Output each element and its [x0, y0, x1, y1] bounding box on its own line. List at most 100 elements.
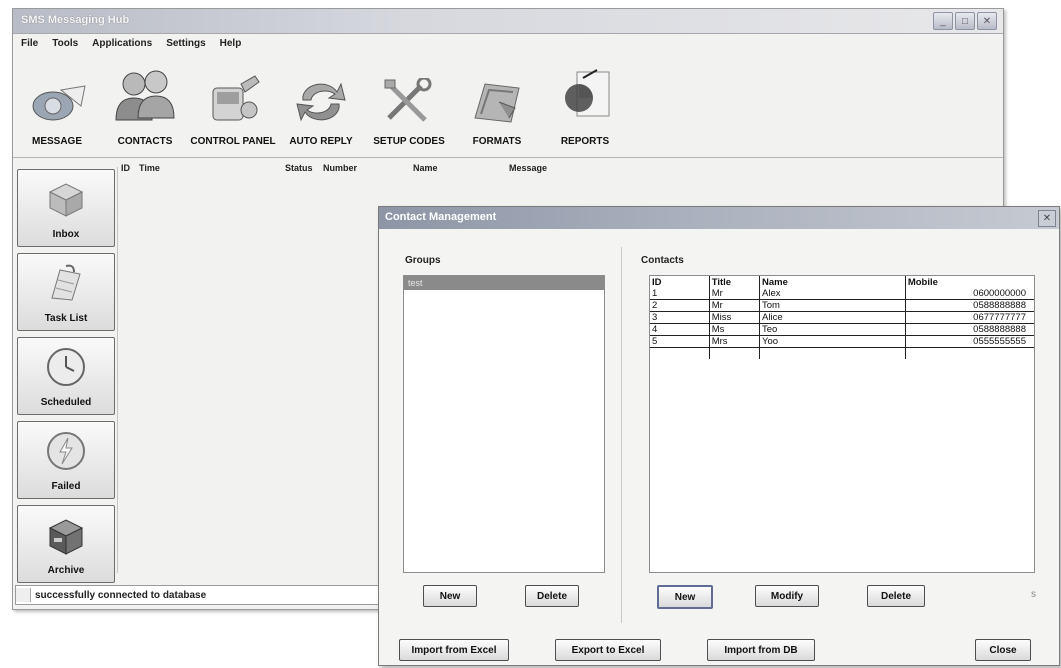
toolbar-control-panel-label: CONTROL PANEL [190, 136, 276, 147]
inbox-icon [48, 183, 84, 217]
auto-reply-icon [296, 82, 346, 122]
cell-mobile: 0588888888 [905, 299, 1034, 312]
col-id[interactable]: ID [121, 163, 130, 173]
contacts-table[interactable]: ID Title Name Mobile 1 Mr Alex 060000000… [649, 275, 1035, 573]
header-mobile[interactable]: Mobile [905, 276, 1034, 288]
modify-contact-button[interactable]: Modify [755, 585, 819, 607]
clock-icon [47, 348, 85, 386]
menu-help[interactable]: Help [220, 38, 242, 49]
cell-title: Mrs [709, 335, 761, 348]
cell-title: Ms [709, 323, 761, 336]
sidebar-item-archive[interactable]: Archive [17, 505, 115, 583]
status-indicator [16, 588, 31, 602]
col-time[interactable]: Time [139, 163, 160, 173]
toolbar-formats-label: FORMATS [472, 136, 522, 147]
import-from-db-button[interactable]: Import from DB [707, 639, 815, 661]
cell-id: 2 [650, 299, 710, 312]
reports-icon [565, 69, 610, 117]
cell-mobile: 0677777777 [905, 311, 1034, 324]
toolbar-auto-reply-button[interactable]: AUTO REPLY [277, 53, 365, 157]
header-name[interactable]: Name [759, 276, 906, 288]
export-to-excel-button[interactable]: Export to Excel [555, 639, 661, 661]
sidebar-item-task-list[interactable]: Task List [17, 253, 115, 331]
cell-title: Miss [709, 311, 761, 324]
contacts-label: Contacts [641, 255, 684, 266]
toolbar-reports-button[interactable]: REPORTS [541, 53, 629, 157]
dialog-close-icon[interactable]: ✕ [1038, 210, 1056, 227]
col-status[interactable]: Status [285, 163, 313, 173]
new-group-button[interactable]: New [423, 585, 477, 607]
col-name[interactable]: Name [413, 163, 438, 173]
delete-group-button[interactable]: Delete [525, 585, 579, 607]
close-dialog-button[interactable]: Close [975, 639, 1031, 661]
toolbar-auto-reply-label: AUTO REPLY [289, 136, 353, 147]
dialog-title-bar[interactable]: Contact Management ✕ [379, 207, 1059, 229]
cell-name: Alex [759, 288, 906, 300]
cell-id: 5 [650, 335, 710, 348]
sidebar-label-inbox: Inbox [52, 229, 80, 240]
panel-divider [621, 247, 622, 623]
toolbar-message-button[interactable]: MESSAGE [13, 53, 101, 157]
groups-list[interactable]: test [403, 275, 605, 573]
col-number[interactable]: Number [323, 163, 357, 173]
table-row[interactable]: 1 Mr Alex 0600000000 [650, 288, 1034, 300]
menu-settings[interactable]: Settings [166, 38, 205, 49]
cell-name: Teo [759, 323, 906, 336]
cell-mobile: 0555555555 [905, 335, 1034, 348]
menu-file[interactable]: File [21, 38, 38, 49]
toolbar-reports-label: REPORTS [560, 136, 610, 147]
title-bar[interactable]: SMS Messaging Hub _ □ ✕ [13, 9, 1003, 34]
menu-bar: File Tools Applications Settings Help [13, 34, 1003, 52]
table-row[interactable]: 3 Miss Alice 0677777777 [650, 311, 1034, 324]
cell-id: 4 [650, 323, 710, 336]
control-panel-icon [212, 75, 260, 121]
cell-id: 3 [650, 311, 710, 324]
contact-management-dialog: Contact Management ✕ Groups test Contact… [378, 206, 1060, 666]
toolbar-setup-codes-label: SETUP CODES [373, 136, 445, 147]
table-row[interactable]: 4 Ms Teo 0588888888 [650, 323, 1034, 336]
archive-icon [48, 519, 84, 555]
table-row[interactable]: 5 Mrs Yoo 0555555555 [650, 335, 1034, 348]
group-item[interactable]: test [404, 276, 604, 290]
sidebar-label-scheduled: Scheduled [40, 397, 92, 408]
header-id[interactable]: ID [650, 276, 710, 288]
side-marker: s [1031, 589, 1036, 600]
cell-name: Yoo [759, 335, 906, 348]
message-list-header: ID Time Status Number Name Message [121, 161, 921, 177]
minimize-button[interactable]: _ [933, 12, 953, 30]
cell-name: Tom [759, 299, 906, 312]
cell-title: Mr [709, 288, 761, 300]
message-icon [32, 85, 86, 121]
sidebar-item-failed[interactable]: Failed [17, 421, 115, 499]
sidebar-label-archive: Archive [47, 565, 85, 576]
toolbar-formats-button[interactable]: FORMATS [453, 53, 541, 157]
sidebar-item-inbox[interactable]: Inbox [17, 169, 115, 247]
window-title: SMS Messaging Hub [21, 14, 130, 26]
toolbar-contacts-button[interactable]: CONTACTS [101, 53, 189, 157]
maximize-button[interactable]: □ [955, 12, 975, 30]
col-message[interactable]: Message [509, 163, 547, 173]
toolbar-contacts-label: CONTACTS [117, 136, 173, 147]
new-contact-button[interactable]: New [657, 585, 713, 609]
contacts-icon [115, 70, 175, 121]
table-row-empty[interactable] [650, 347, 1034, 359]
menu-applications[interactable]: Applications [92, 38, 152, 49]
cell-title: Mr [709, 299, 761, 312]
contacts-header-row: ID Title Name Mobile [650, 276, 1034, 288]
menu-tools[interactable]: Tools [52, 38, 78, 49]
sidebar: Inbox Task List Scheduled Failed Archive [15, 167, 118, 583]
toolbar-message-label: MESSAGE [31, 136, 82, 147]
dialog-title: Contact Management [385, 211, 497, 223]
status-bar: successfully connected to database [15, 585, 397, 605]
toolbar: MESSAGE CONTACTS CONTROL PANEL AUTO REPL… [13, 53, 1003, 158]
import-from-excel-button[interactable]: Import from Excel [399, 639, 509, 661]
delete-contact-button[interactable]: Delete [867, 585, 925, 607]
cell-id: 1 [650, 288, 710, 300]
table-row[interactable]: 2 Mr Tom 0588888888 [650, 299, 1034, 312]
sidebar-item-scheduled[interactable]: Scheduled [17, 337, 115, 415]
sidebar-label-failed: Failed [51, 481, 81, 492]
header-title[interactable]: Title [709, 276, 761, 288]
toolbar-control-panel-button[interactable]: CONTROL PANEL [189, 53, 277, 157]
toolbar-setup-codes-button[interactable]: SETUP CODES [365, 53, 453, 157]
close-window-button[interactable]: ✕ [977, 12, 997, 30]
